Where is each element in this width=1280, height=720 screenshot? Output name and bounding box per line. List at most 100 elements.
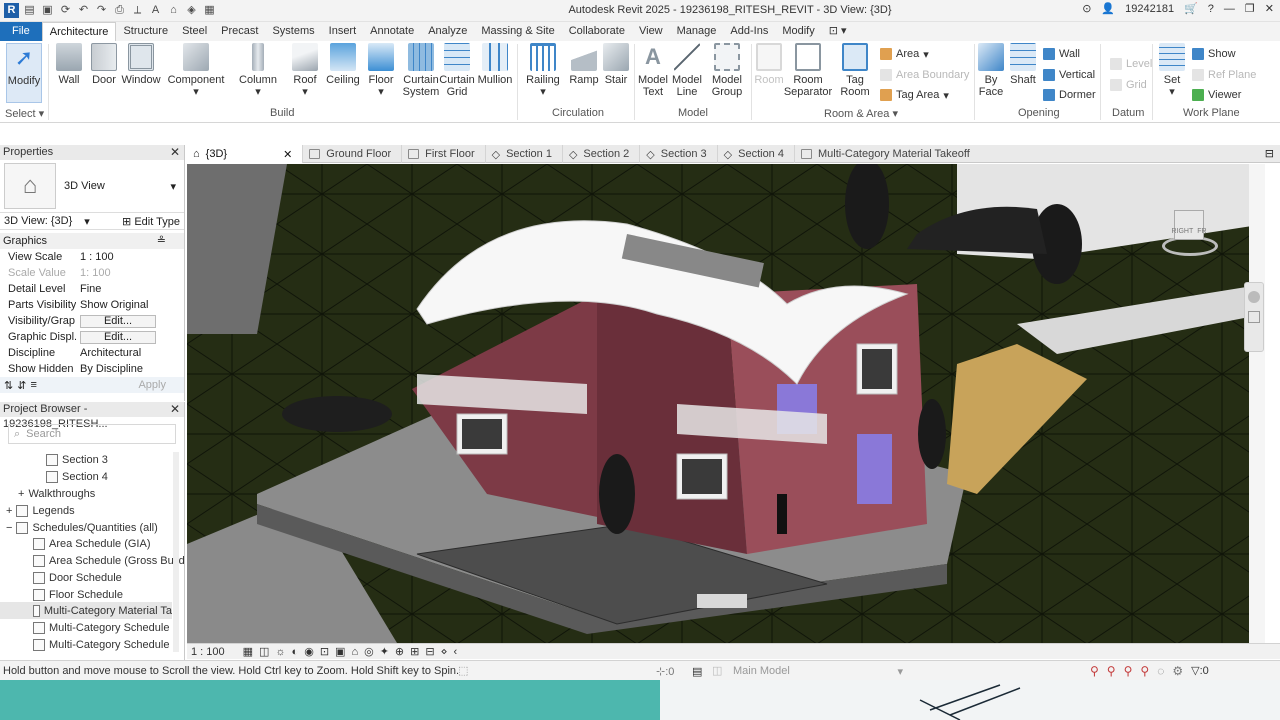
tab-insert[interactable]: Insert xyxy=(322,22,364,41)
door-button[interactable]: Door xyxy=(89,43,119,86)
reveal-hidden-icon[interactable]: ✦ xyxy=(380,645,389,658)
worksets-icon[interactable]: ⬚ xyxy=(458,664,468,677)
detail-level-icon[interactable]: ▦ xyxy=(243,645,253,658)
wall-opening-button[interactable]: Wall xyxy=(1043,47,1080,61)
background-processes-icon[interactable]: ⚙ xyxy=(1172,664,1183,678)
tree-item-walkthroughs[interactable]: + Walkthroughs xyxy=(18,488,95,500)
detail-level-value[interactable]: Fine xyxy=(76,281,184,297)
railing-button[interactable]: Railing ▾ xyxy=(524,43,562,98)
select-by-face-icon[interactable]: ⚲ xyxy=(1140,664,1149,678)
filter-count[interactable]: ▽:0 xyxy=(1191,664,1209,678)
tab-architecture[interactable]: Architecture xyxy=(41,22,117,41)
by-face-button[interactable]: By Face xyxy=(977,43,1005,98)
edit-type-button[interactable]: ⊞ Edit Type xyxy=(122,215,180,228)
worksharing-icon[interactable]: ⊕ xyxy=(395,645,404,658)
user-icon[interactable]: 👤 xyxy=(1101,2,1115,15)
tree-item-section-3[interactable]: Section 3 xyxy=(46,454,108,466)
editing-requests-icon[interactable]: ◫ xyxy=(712,664,722,677)
modify-button[interactable]: ➚ Modify xyxy=(6,43,42,103)
3d-viewport[interactable]: RIGHT FR xyxy=(187,164,1265,643)
ramp-button[interactable]: Ramp xyxy=(568,43,600,86)
tab-structure[interactable]: Structure xyxy=(116,22,175,41)
viewer-button[interactable]: Viewer xyxy=(1192,88,1241,102)
sort-icon[interactable]: ⇵ xyxy=(17,379,26,392)
lock-view-icon[interactable]: ⌂ xyxy=(351,646,358,658)
cart-icon[interactable]: 🛒 xyxy=(1184,2,1198,15)
shaft-button[interactable]: Shaft xyxy=(1009,43,1037,86)
graphic-display-edit-button[interactable]: Edit... xyxy=(80,331,156,344)
tab-section-1[interactable]: ◇ Section 1 xyxy=(486,145,563,163)
reveal-constraints-icon[interactable]: ⋄ xyxy=(441,645,448,658)
stair-button[interactable]: Stair xyxy=(602,43,630,86)
vertical-opening-button[interactable]: Vertical xyxy=(1043,68,1095,82)
crop-view-icon[interactable]: ⊡ xyxy=(320,645,329,658)
discipline-value[interactable]: Architectural xyxy=(76,345,184,361)
tab-steel[interactable]: Steel xyxy=(175,22,214,41)
area-boundary-button[interactable]: Area Boundary xyxy=(880,68,969,82)
tab-systems[interactable]: Systems xyxy=(265,22,321,41)
drag-elements-icon[interactable]: ◌ xyxy=(1157,664,1164,678)
tree-item-material-takeoff[interactable]: Multi-Category Material Ta xyxy=(0,602,172,619)
binoculars-icon[interactable]: ⊙ xyxy=(1082,2,1091,15)
visual-style-icon[interactable]: ◫ xyxy=(259,645,269,658)
model-group-button[interactable]: Model Group xyxy=(707,43,747,98)
help-icon[interactable]: ? xyxy=(1208,3,1214,15)
model-line-button[interactable]: Model Line xyxy=(671,43,703,98)
curtain-system-button[interactable]: Curtain System xyxy=(402,43,440,98)
show-crop-icon[interactable]: ▣ xyxy=(335,645,345,658)
tree-item-area-schedule-gross[interactable]: Area Schedule (Gross Build xyxy=(33,555,185,567)
tab-annotate[interactable]: Annotate xyxy=(363,22,421,41)
user-id[interactable]: 19242181 xyxy=(1125,3,1174,15)
view-scale[interactable]: 1 : 100 xyxy=(191,646,225,658)
zoom-icon[interactable] xyxy=(1248,311,1260,323)
room-separator-button[interactable]: Room Separator xyxy=(784,43,832,98)
parts-visibility-value[interactable]: Show Original xyxy=(76,297,184,313)
tab-analyze[interactable]: Analyze xyxy=(421,22,474,41)
room-button[interactable]: Room xyxy=(754,43,784,86)
design-options-icon[interactable]: ▤ xyxy=(692,665,702,678)
tag-room-button[interactable]: Tag Room xyxy=(838,43,872,98)
search-input[interactable]: ⌕ Search xyxy=(8,424,176,444)
room-area-panel-label[interactable]: Room & Area ▾ xyxy=(824,107,898,120)
type-selector[interactable]: ⌂ 3D View ▾ xyxy=(0,160,184,212)
ribbon-options-icon[interactable]: ⊡ ▾ xyxy=(822,22,854,41)
tab-precast[interactable]: Precast xyxy=(214,22,265,41)
steering-wheel-icon[interactable] xyxy=(1248,291,1260,303)
view-scale-value[interactable]: 1 : 100 xyxy=(76,249,184,265)
level-button[interactable]: Level xyxy=(1110,57,1152,71)
tag-area-button[interactable]: Tag Area ▾ xyxy=(880,88,949,102)
view-tabs-menu-icon[interactable]: ⊟ xyxy=(1265,145,1280,162)
component-button[interactable]: Component ▾ xyxy=(167,43,225,98)
grid-button[interactable]: Grid xyxy=(1110,78,1147,92)
minimize-button[interactable]: — xyxy=(1224,3,1235,15)
tree-item-multi-category-schedule-2[interactable]: Multi-Category Schedule 2 xyxy=(33,639,179,651)
wall-button[interactable]: Wall xyxy=(55,43,83,86)
tree-item-section-4[interactable]: Section 4 xyxy=(46,471,108,483)
curtain-grid-button[interactable]: Curtain Grid xyxy=(439,43,475,98)
analytical-icon[interactable]: ⊞ xyxy=(410,645,419,658)
select-pinned-icon[interactable]: ⚲ xyxy=(1124,664,1133,678)
vg-edit-button[interactable]: Edit... xyxy=(80,315,156,328)
floor-button[interactable]: Floor ▾ xyxy=(366,43,396,98)
select-links-icon[interactable]: ⚲ xyxy=(1090,664,1099,678)
tab-ground-floor[interactable]: Ground Floor xyxy=(303,145,403,163)
view-cube[interactable]: RIGHT FR xyxy=(1162,206,1218,262)
tree-item-multi-category-schedule[interactable]: Multi-Category Schedule xyxy=(33,622,169,634)
tab-view[interactable]: View xyxy=(632,22,670,41)
restore-button[interactable]: ❐ xyxy=(1245,2,1255,15)
filter-icon[interactable]: ≡ xyxy=(30,379,36,391)
mullion-button[interactable]: Mullion xyxy=(476,43,514,86)
tab-modify[interactable]: Modify xyxy=(775,22,821,41)
active-model-select[interactable]: Main Model ▾ xyxy=(733,665,903,678)
select-underlay-icon[interactable]: ⚲ xyxy=(1107,664,1116,678)
show-workplane-button[interactable]: Show xyxy=(1192,47,1236,61)
tab-collaborate[interactable]: Collaborate xyxy=(562,22,632,41)
instance-selector[interactable]: 3D View: {3D} xyxy=(4,215,72,227)
tree-item-legends[interactable]: + Legends xyxy=(6,505,75,517)
dormer-button[interactable]: Dormer xyxy=(1043,88,1096,102)
area-button[interactable]: Area ▾ xyxy=(880,47,929,61)
ceiling-button[interactable]: Ceiling xyxy=(325,43,361,86)
model-text-button[interactable]: A Model Text xyxy=(637,43,669,98)
tab-add-ins[interactable]: Add-Ins xyxy=(723,22,775,41)
close-button[interactable]: ✕ xyxy=(1265,2,1274,15)
